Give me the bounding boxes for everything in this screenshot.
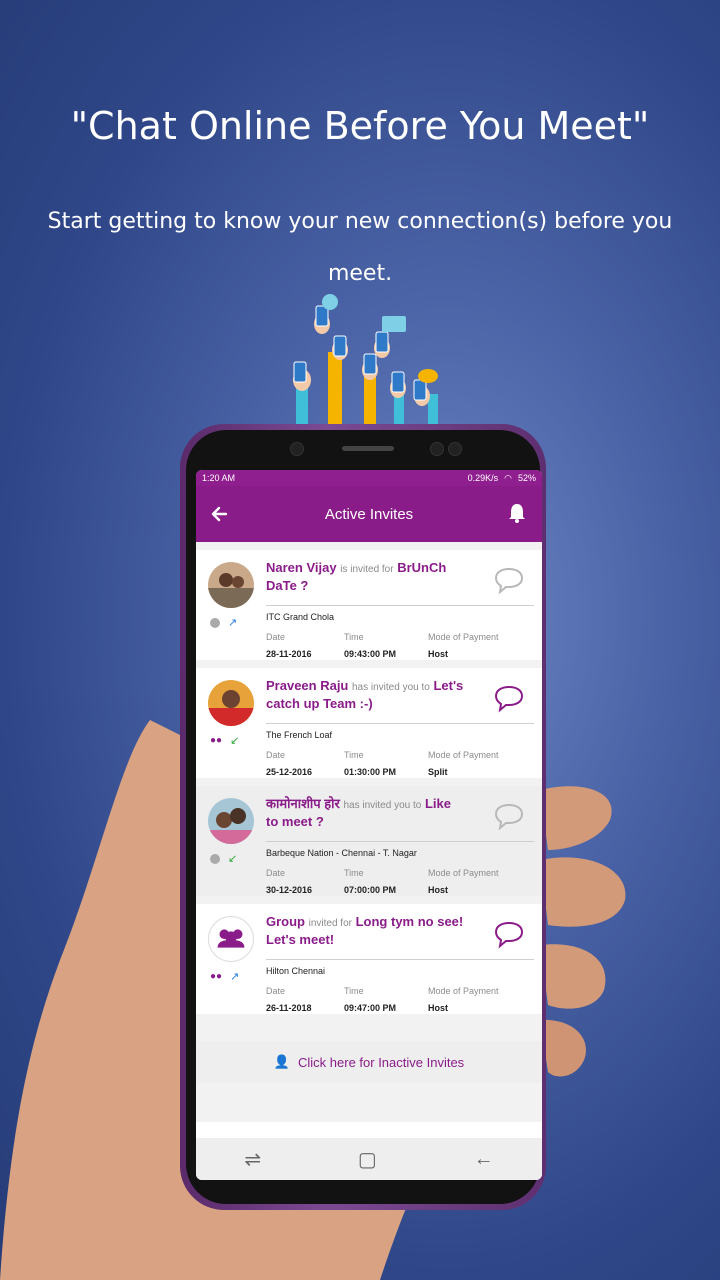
invite-payment: Host bbox=[428, 885, 448, 895]
invite-connector: has invited you to bbox=[352, 682, 430, 693]
avatar bbox=[208, 798, 254, 844]
inactive-invites-label: Click here for Inactive Invites bbox=[298, 1054, 465, 1070]
invite-venue: Barbeque Nation - Chennai - T. Nagar bbox=[266, 841, 534, 858]
headline: "Chat Online Before You Meet" bbox=[70, 104, 650, 148]
time-label: Time bbox=[344, 632, 364, 642]
bell-icon[interactable] bbox=[504, 500, 530, 526]
invite-header: Praveen Raju has invited you to Let's ca… bbox=[266, 678, 466, 712]
invite-time: 09:43:00 PM bbox=[344, 649, 397, 659]
date-label: Date bbox=[266, 750, 286, 760]
invite-connector: invited for bbox=[308, 918, 352, 929]
chat-icon[interactable] bbox=[492, 684, 526, 714]
invite-status-icons: ↗ bbox=[210, 616, 237, 629]
subline: Start getting to know your new connectio… bbox=[47, 209, 673, 286]
home-icon[interactable]: ▢ bbox=[358, 1147, 377, 1172]
sensor bbox=[448, 442, 462, 456]
incoming-arrow-icon: ↙ bbox=[230, 735, 240, 747]
invite-time: 01:30:00 PM bbox=[344, 767, 397, 777]
status-bar: 1:20 AM 0.29K/s ◠ 52% bbox=[196, 470, 542, 486]
avatar bbox=[208, 562, 254, 608]
phone-bezel: 1:20 AM 0.29K/s ◠ 52% Active Invites ↗ N… bbox=[186, 430, 542, 1204]
outgoing-arrow-icon: ↗ bbox=[228, 617, 238, 629]
invite-name: कामोनाशीप होर bbox=[266, 796, 340, 811]
invite-payment: Host bbox=[428, 649, 448, 659]
invite-card[interactable]: ●● ↗ Group invited for Long tym no see! … bbox=[196, 904, 542, 1014]
recents-icon[interactable]: ⇌ bbox=[244, 1147, 261, 1172]
invite-card[interactable]: ↗ Naren Vijay is invited for BrUnCh DaTe… bbox=[196, 550, 542, 660]
invite-venue: Hilton Chennai bbox=[266, 959, 534, 976]
phone-frame: 1:20 AM 0.29K/s ◠ 52% Active Invites ↗ N… bbox=[180, 424, 546, 1210]
page-title: Active Invites bbox=[324, 505, 414, 523]
invite-date: 25-12-2016 bbox=[266, 767, 313, 777]
inactive-invites-link[interactable]: 👤 Click here for Inactive Invites bbox=[196, 1041, 542, 1083]
invite-date: 26-11-2018 bbox=[266, 1003, 312, 1013]
sensor bbox=[430, 442, 444, 456]
invite-status-icons: ↙ bbox=[210, 852, 237, 865]
invite-list: ↗ Naren Vijay is invited for BrUnCh DaTe… bbox=[196, 542, 542, 1122]
invite-status-icons: ●● ↙ bbox=[210, 734, 239, 747]
front-camera bbox=[290, 442, 304, 456]
app-screen: 1:20 AM 0.29K/s ◠ 52% Active Invites ↗ N… bbox=[196, 470, 542, 1180]
status-battery: 52% bbox=[517, 473, 536, 483]
chat-icon[interactable] bbox=[492, 566, 526, 596]
invite-date: 30-12-2016 bbox=[266, 885, 313, 895]
invite-header: कामोनाशीप होर has invited you to Like to… bbox=[266, 796, 466, 830]
payment-label: Mode of Payment bbox=[428, 986, 499, 996]
invite-time: 07:00:00 PM bbox=[344, 885, 397, 895]
app-bar: Active Invites bbox=[196, 486, 542, 542]
invite-venue: The French Loaf bbox=[266, 723, 534, 740]
invite-payment: Split bbox=[428, 767, 448, 777]
hands-phones-illustration bbox=[293, 294, 438, 424]
avatar bbox=[208, 916, 254, 962]
incoming-arrow-icon: ↙ bbox=[228, 853, 238, 865]
date-label: Date bbox=[266, 868, 286, 878]
chat-icon[interactable] bbox=[492, 802, 526, 832]
payment-label: Mode of Payment bbox=[428, 750, 499, 760]
payment-label: Mode of Payment bbox=[428, 868, 499, 878]
check-icon bbox=[210, 853, 220, 864]
group-icon: ●● bbox=[210, 971, 223, 982]
invite-header: Group invited for Long tym no see! Let's… bbox=[266, 914, 466, 948]
status-time: 1:20 AM bbox=[202, 473, 236, 483]
invite-status-icons: ●● ↗ bbox=[210, 970, 239, 983]
invite-date: 28-11-2016 bbox=[266, 649, 312, 659]
invite-name: Group bbox=[266, 914, 305, 929]
system-nav-bar: ⇌ ▢ ← bbox=[196, 1138, 542, 1180]
invite-name: Praveen Raju bbox=[266, 678, 349, 693]
avatar bbox=[208, 680, 254, 726]
chat-icon[interactable] bbox=[492, 920, 526, 950]
wifi-icon: ◠ bbox=[504, 472, 512, 483]
invite-time: 09:47:00 PM bbox=[344, 1003, 397, 1013]
time-label: Time bbox=[344, 868, 364, 878]
invite-header: Naren Vijay is invited for BrUnCh DaTe ? bbox=[266, 560, 466, 594]
user-clock-icon: 👤 bbox=[273, 1054, 290, 1069]
date-label: Date bbox=[266, 986, 286, 996]
check-icon bbox=[210, 617, 220, 628]
invite-name: Naren Vijay bbox=[266, 560, 337, 575]
outgoing-arrow-icon: ↗ bbox=[230, 971, 240, 983]
time-label: Time bbox=[344, 986, 364, 996]
arrow-left-icon[interactable] bbox=[206, 500, 234, 528]
invite-payment: Host bbox=[428, 1003, 448, 1013]
time-label: Time bbox=[344, 750, 364, 760]
phone-speaker bbox=[342, 446, 394, 451]
group-icon: ●● bbox=[210, 735, 223, 746]
date-label: Date bbox=[266, 632, 286, 642]
payment-label: Mode of Payment bbox=[428, 632, 499, 642]
status-speed: 0.29K/s bbox=[467, 473, 499, 483]
invite-card[interactable]: ●● ↙ Praveen Raju has invited you to Let… bbox=[196, 668, 542, 778]
group-icon bbox=[217, 929, 245, 948]
invite-connector: has invited you to bbox=[343, 800, 422, 811]
invite-connector: is invited for bbox=[340, 564, 394, 575]
back-icon[interactable]: ← bbox=[474, 1148, 494, 1171]
invite-venue: ITC Grand Chola bbox=[266, 605, 534, 622]
invite-card[interactable]: ↙ कामोनाशीप होर has invited you to Like … bbox=[196, 786, 542, 896]
